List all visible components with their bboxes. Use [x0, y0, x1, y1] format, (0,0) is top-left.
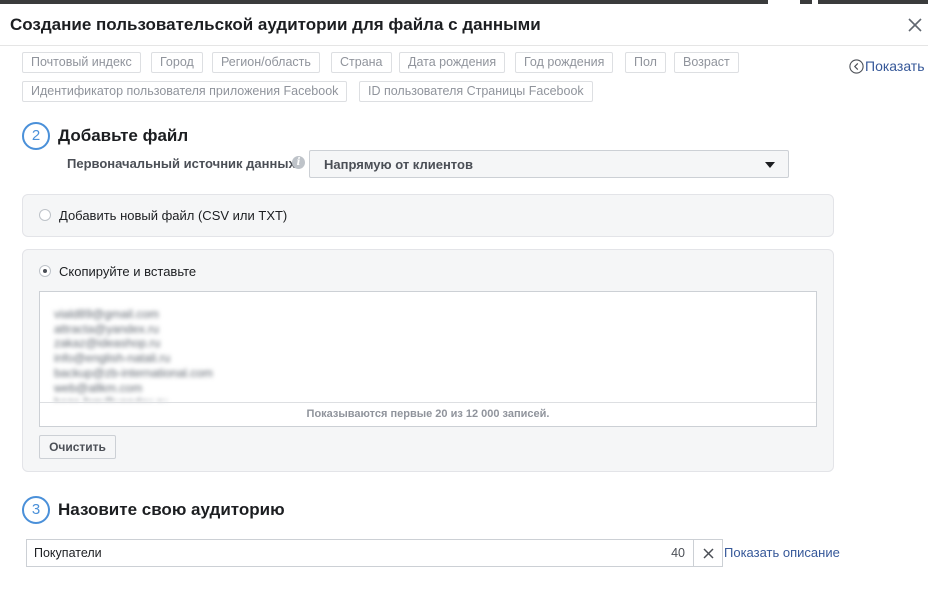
clear-button[interactable]: Очистить — [39, 435, 116, 459]
clear-name-button[interactable] — [694, 539, 723, 567]
chevron-left-circle-icon — [849, 58, 864, 74]
copy-paste-radio[interactable] — [39, 265, 51, 277]
pasted-email: backup@zb-international.com — [54, 365, 213, 380]
character-count: 40 — [671, 546, 685, 560]
show-link-label: Показать — [865, 58, 925, 74]
identifier-tag: Возраст — [674, 52, 739, 73]
data-source-value: Напрямую от клиентов — [324, 157, 473, 172]
identifier-tag: Город — [151, 52, 203, 73]
identifier-tag: ID пользователя Страницы Facebook — [359, 81, 593, 102]
caret-down-icon — [765, 162, 775, 168]
dialog-title: Создание пользовательской аудитории для … — [10, 15, 541, 34]
identifier-tag: Почтовый индекс — [22, 52, 141, 73]
pasted-email: baza.fsm@yandex.ru — [54, 395, 213, 401]
close-icon[interactable] — [906, 16, 924, 34]
dialog-header: Создание пользовательской аудитории для … — [0, 4, 928, 46]
identifier-tag: Год рождения — [515, 52, 614, 73]
copy-paste-label: Скопируйте и вставьте — [59, 264, 197, 279]
upload-file-label: Добавить новый файл (CSV или TXT) — [59, 208, 288, 223]
pasted-email: attracta@yandex.ru — [54, 321, 159, 336]
pasted-email-list: viald89@gmail.com attracta@yandex.ru zak… — [54, 307, 213, 401]
identifier-tag: Регион/область — [212, 52, 320, 73]
pasted-data-textarea[interactable]: viald89@gmail.com attracta@yandex.ru zak… — [39, 291, 817, 427]
data-source-dropdown[interactable]: Напрямую от клиентов — [309, 150, 789, 178]
pasted-email: viald89@gmail.com — [54, 307, 159, 321]
pasted-email: zakaz@ideashop.ru — [54, 336, 161, 351]
pasted-email: web@allkm.com — [54, 380, 143, 395]
step-number-badge: 2 — [22, 122, 50, 150]
pasted-email: info@english-natali.ru — [54, 351, 171, 366]
close-icon — [703, 548, 714, 559]
records-note: Показываются первые 20 из 12 000 записей… — [40, 402, 816, 426]
identifier-tag: Дата рождения — [399, 52, 506, 73]
step-title: Добавьте файл — [58, 126, 189, 145]
info-icon[interactable]: i — [292, 156, 305, 169]
identifier-tag: Идентификатор пользователя приложения Fa… — [22, 81, 348, 102]
audience-name-value: Покупатели — [34, 546, 102, 560]
step-number-badge: 3 — [22, 496, 50, 524]
show-identifiers-link[interactable]: Показать — [849, 58, 925, 74]
identifier-tag: Страна — [331, 52, 392, 73]
identifier-tag: Пол — [625, 52, 666, 73]
step-title: Назовите свою аудиторию — [58, 500, 285, 519]
upload-file-radio[interactable] — [39, 209, 51, 221]
data-source-label: Первоначальный источник данных — [67, 156, 296, 171]
audience-name-input[interactable]: Покупатели 40 — [26, 539, 694, 567]
show-description-link[interactable]: Показать описание — [724, 545, 840, 560]
upload-file-option-panel[interactable]: Добавить новый файл (CSV или TXT) — [22, 194, 834, 237]
